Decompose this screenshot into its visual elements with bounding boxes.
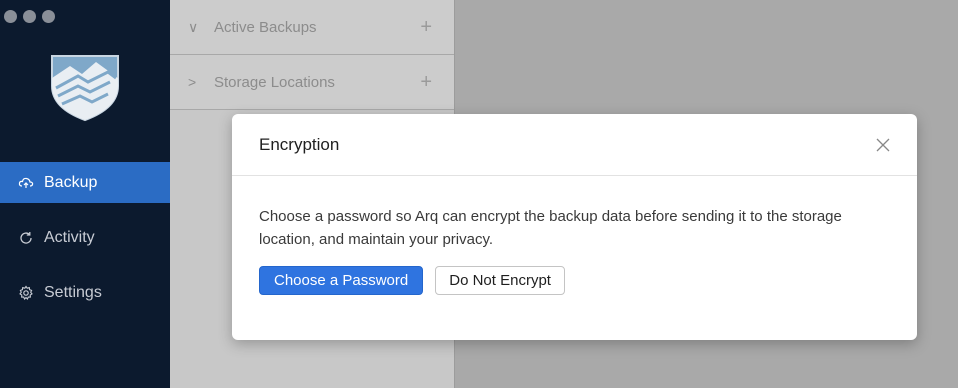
- choose-password-button[interactable]: Choose a Password: [259, 266, 424, 295]
- sidebar-item-activity[interactable]: Activity: [0, 217, 170, 258]
- sidebar-item-label: Activity: [44, 228, 95, 246]
- close-icon[interactable]: [873, 135, 893, 155]
- cloud-upload-icon: [18, 175, 34, 191]
- dialog-message: Choose a password so Arq can encrypt the…: [259, 208, 842, 248]
- close-window-button[interactable]: [4, 10, 17, 23]
- encryption-dialog: Encryption Choose a password so Arq can …: [232, 114, 917, 340]
- dialog-body: Choose a password so Arq can encrypt the…: [232, 176, 917, 295]
- minimize-window-button[interactable]: [23, 10, 36, 23]
- list-item-storage-locations[interactable]: > Storage Locations +: [170, 55, 454, 110]
- zoom-window-button[interactable]: [42, 10, 55, 23]
- list-item-label: Active Backups: [214, 18, 317, 36]
- dialog-title: Encryption: [259, 134, 340, 154]
- do-not-encrypt-button[interactable]: Do Not Encrypt: [435, 266, 565, 295]
- app-logo-icon: [48, 52, 122, 122]
- list-item-label: Storage Locations: [214, 73, 335, 91]
- sidebar-item-label: Settings: [44, 283, 102, 301]
- dialog-button-row: Choose a Password Do Not Encrypt: [259, 266, 890, 295]
- refresh-icon: [18, 230, 34, 246]
- chevron-down-icon[interactable]: ∨: [188, 19, 202, 36]
- window-controls: [4, 10, 55, 23]
- chevron-right-icon[interactable]: >: [188, 74, 202, 90]
- list-item-active-backups[interactable]: ∨ Active Backups +: [170, 0, 454, 55]
- sidebar-item-settings[interactable]: Settings: [0, 272, 170, 313]
- dialog-header: Encryption: [232, 114, 917, 176]
- sidebar-nav: Backup Activity Settings: [0, 162, 170, 327]
- gear-icon: [18, 285, 34, 301]
- sidebar-item-backup[interactable]: Backup: [0, 162, 170, 203]
- sidebar: Backup Activity Settings: [0, 0, 170, 388]
- sidebar-item-label: Backup: [44, 173, 98, 191]
- plus-icon[interactable]: +: [420, 16, 432, 39]
- plus-icon[interactable]: +: [420, 71, 432, 94]
